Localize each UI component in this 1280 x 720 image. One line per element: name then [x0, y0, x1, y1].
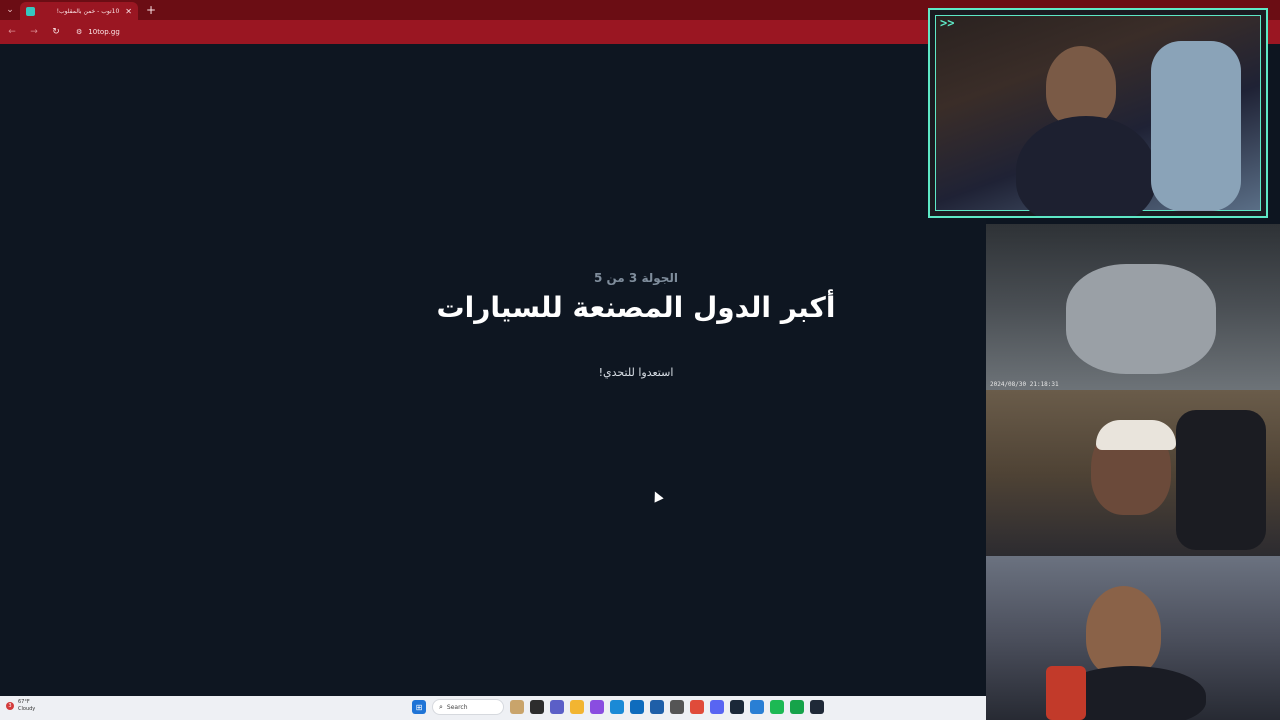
teams-icon[interactable]: [550, 700, 564, 714]
site-favicon-icon: [26, 6, 35, 16]
webcam-main-feed: [935, 15, 1261, 216]
webcam-3: [986, 390, 1280, 556]
cam-timestamp: 2024/08/30 21:18:31: [990, 381, 1059, 388]
close-tab-icon[interactable]: ✕: [125, 7, 132, 16]
weather-temp: 67°F: [18, 699, 30, 705]
person-head: [1046, 46, 1116, 126]
screen: ⌄ 10توب - خمن بالمقلوب! ✕ + ← → ↻ ⚙ 10to…: [0, 0, 1280, 720]
tab-search-icon[interactable]: ⌄: [0, 0, 20, 20]
forward-icon[interactable]: →: [28, 27, 40, 37]
webcam-2: 2024/08/30 21:18:31: [986, 224, 1280, 390]
chrome-icon[interactable]: [690, 700, 704, 714]
webcam-main: >>: [928, 8, 1268, 218]
file-explorer-icon[interactable]: [570, 700, 584, 714]
taskbar-search[interactable]: ⌕ Search: [432, 699, 504, 715]
app-icon[interactable]: [750, 700, 764, 714]
copilot-icon[interactable]: [590, 700, 604, 714]
windows-start-icon[interactable]: ⊞: [412, 700, 426, 714]
search-icon: ⌕: [439, 702, 443, 711]
cap: [1096, 420, 1176, 450]
webcam-4: [986, 556, 1280, 720]
taskbar-apps: ⊞ ⌕ Search: [412, 699, 824, 715]
site-info-icon[interactable]: ⚙: [76, 28, 82, 36]
url-text: 10top.gg: [88, 28, 120, 36]
red-object: [1046, 666, 1086, 720]
widgets-icon[interactable]: [510, 700, 524, 714]
outlook-icon[interactable]: [630, 700, 644, 714]
task-view-icon[interactable]: [530, 700, 544, 714]
person-figure: [1066, 264, 1216, 374]
terminal-icon[interactable]: [810, 700, 824, 714]
weather-badge: 3: [6, 702, 14, 710]
app-icon[interactable]: [670, 700, 684, 714]
reload-icon[interactable]: ↻: [50, 27, 62, 37]
gaming-chair: [1176, 410, 1266, 550]
question-title: أكبر الدول المصنعة للسيارات: [436, 291, 836, 324]
gaming-chair: [1151, 41, 1241, 211]
spotify-icon[interactable]: [770, 700, 784, 714]
weather-condition: Cloudy: [18, 706, 36, 712]
calculator-icon[interactable]: [650, 700, 664, 714]
overlay-chevron-icon: >>: [940, 16, 955, 30]
os-taskbar: 3 67°F Cloudy ⊞ ⌕ Search: [0, 696, 986, 720]
tab-title: 10توب - خمن بالمقلوب!: [56, 7, 120, 15]
app-icon[interactable]: [790, 700, 804, 714]
weather-widget[interactable]: 3 67°F Cloudy: [6, 699, 35, 713]
tab-active[interactable]: 10توب - خمن بالمقلوب! ✕: [20, 2, 138, 20]
search-label: Search: [446, 703, 468, 711]
edge-icon[interactable]: [610, 700, 624, 714]
back-icon[interactable]: ←: [6, 27, 18, 37]
person-head: [1086, 586, 1161, 676]
address-bar[interactable]: ⚙ 10top.gg: [76, 28, 120, 36]
steam-icon[interactable]: [730, 700, 744, 714]
discord-icon[interactable]: [710, 700, 724, 714]
new-tab-button[interactable]: +: [146, 3, 156, 17]
person-body: [1016, 116, 1156, 216]
